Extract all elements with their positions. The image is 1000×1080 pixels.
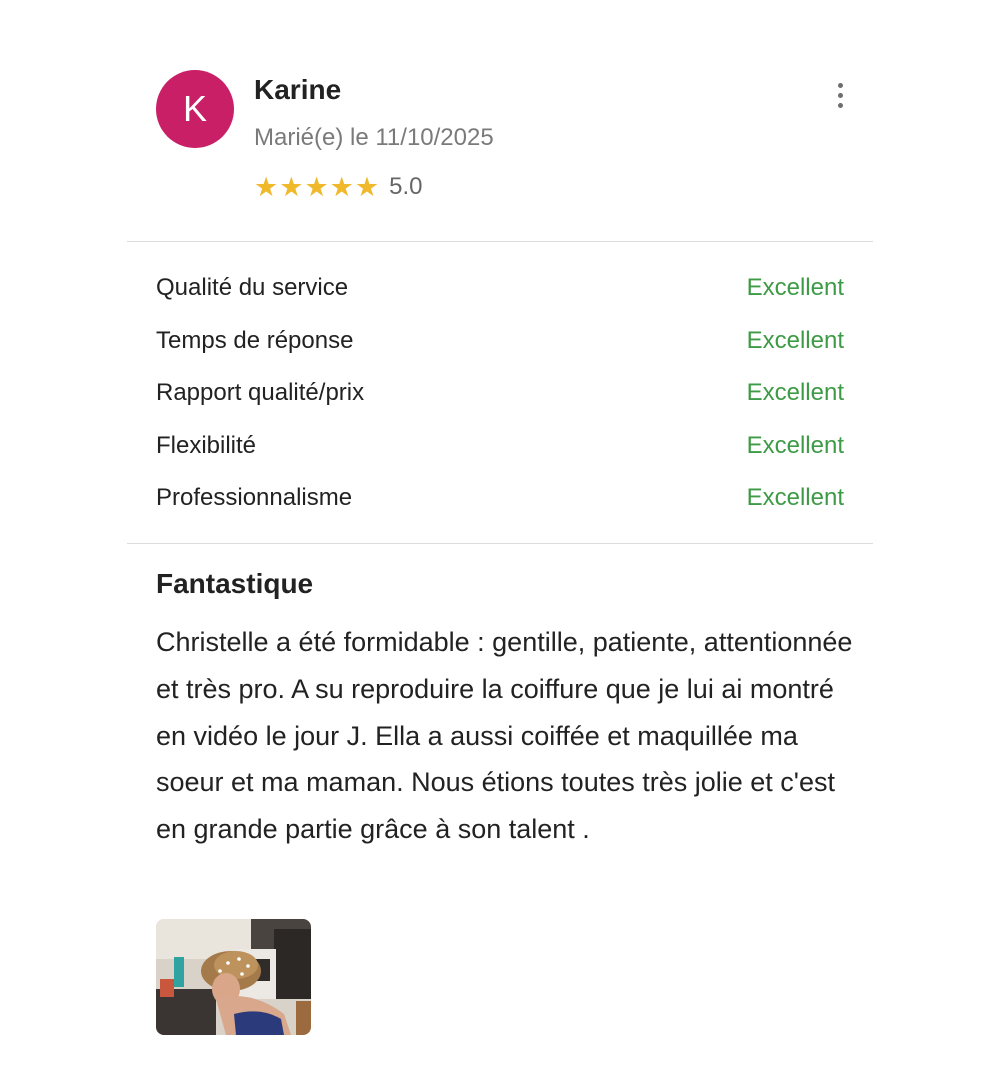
score-label: Temps de réponse [156, 326, 354, 354]
star-icon: ★ [329, 171, 354, 202]
review-text: Christelle a été formidable : gentille, … [156, 627, 853, 845]
author-name: Karine [254, 74, 342, 105]
review-title: Fantastique [156, 568, 314, 599]
score-label: Rapport qualité/prix [156, 379, 365, 407]
star-icon: ★ [254, 171, 279, 202]
review-photo-thumbnail[interactable] [156, 919, 311, 1035]
score-label: Qualité du service [156, 274, 349, 302]
more-vertical-icon [837, 82, 843, 88]
rating-value: 5.0 [389, 173, 423, 200]
married-date: Marié(e) le 11/10/2025 [254, 124, 494, 151]
score-row: Flexibilité Excellent [156, 420, 844, 473]
photo-image [156, 919, 311, 1035]
divider [127, 241, 873, 242]
score-row: Professionnalisme Excellent [156, 472, 844, 525]
score-row: Temps de réponse Excellent [156, 315, 844, 368]
score-value: Excellent [746, 326, 844, 354]
divider [127, 543, 873, 544]
review-card: K Karine Marié(e) le 11/10/2025 ★ ★ ★ ★ … [0, 0, 1000, 1080]
more-vertical-icon [837, 92, 843, 98]
more-vertical-icon [837, 102, 843, 108]
score-value: Excellent [746, 379, 844, 407]
score-label: Flexibilité [156, 431, 257, 459]
score-list: Qualité du service Excellent Temps de ré… [156, 262, 844, 525]
star-icon: ★ [279, 171, 304, 202]
score-value: Excellent [746, 484, 844, 512]
star-icon: ★ [354, 171, 380, 202]
score-value: Excellent [746, 431, 844, 459]
avatar: K [156, 70, 234, 148]
star-rating: ★ ★ ★ ★ ★ [254, 171, 380, 202]
score-row: Qualité du service Excellent [156, 262, 844, 315]
star-icon: ★ [304, 171, 329, 202]
score-value: Excellent [746, 274, 844, 302]
more-options-button[interactable] [826, 78, 854, 112]
score-label: Professionnalisme [156, 484, 353, 512]
rating: ★ ★ ★ ★ ★ 5.0 [254, 170, 422, 204]
score-row: Rapport qualité/prix Excellent [156, 367, 844, 420]
